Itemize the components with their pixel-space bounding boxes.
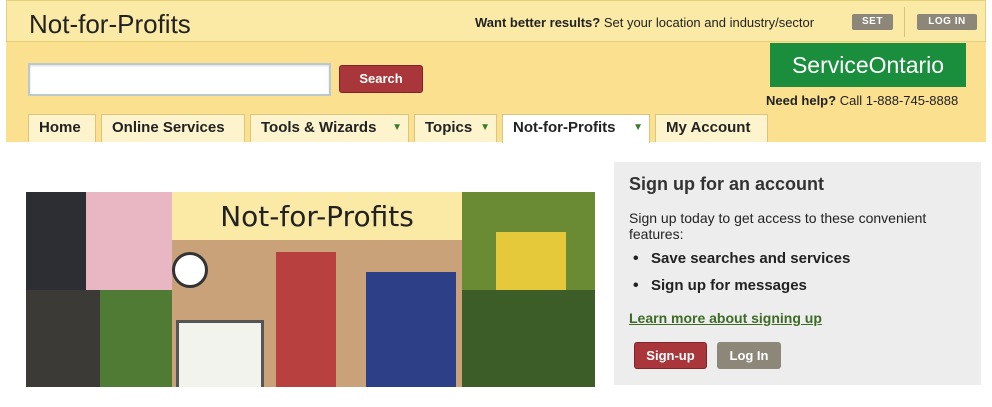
tab-not-for-profits[interactable]: Not-for-Profits ▼ xyxy=(502,114,650,143)
tab-topics[interactable]: Topics ▼ xyxy=(414,114,497,142)
site-title: Not-for-Profits xyxy=(29,9,191,39)
photo-tile xyxy=(496,232,566,290)
whiteboard-image xyxy=(176,320,264,387)
better-results-bold: Want better results? xyxy=(475,15,601,30)
help-phone: Call 1-888-745-8888 xyxy=(839,93,959,108)
tab-label: My Account xyxy=(666,119,751,136)
photo-tile xyxy=(276,252,336,387)
help-bold: Need help? xyxy=(766,93,837,108)
set-button[interactable]: SET xyxy=(852,14,893,30)
better-results-prompt: Want better results? Set your location a… xyxy=(475,15,814,30)
photo-tile xyxy=(26,192,86,290)
tab-label: Not-for-Profits xyxy=(513,119,616,136)
tab-my-account[interactable]: My Account xyxy=(655,114,768,142)
help-line: Need help? Call 1-888-745-8888 xyxy=(766,93,958,108)
top-bar: Not-for-Profits Want better results? Set… xyxy=(6,0,986,42)
chevron-down-icon: ▼ xyxy=(480,122,490,133)
tab-label: Online Services xyxy=(112,119,225,136)
signup-button[interactable]: Sign-up xyxy=(634,342,707,369)
signup-panel-description: Sign up today to get access to these con… xyxy=(629,210,927,242)
better-results-text: Set your location and industry/sector xyxy=(603,15,815,30)
login-button[interactable]: Log In xyxy=(717,342,781,369)
tab-label: Home xyxy=(39,119,81,136)
list-item: Save searches and services xyxy=(629,250,850,277)
search-input[interactable] xyxy=(28,63,331,96)
signup-panel-title: Sign up for an account xyxy=(629,174,825,194)
photo-tile xyxy=(26,290,100,387)
photo-tile xyxy=(366,272,456,387)
photo-tile xyxy=(462,290,595,387)
photo-tile xyxy=(86,192,172,290)
signup-panel: Sign up for an account Sign up today to … xyxy=(614,162,981,385)
tab-label: Topics xyxy=(425,119,473,136)
tab-tools-wizards[interactable]: Tools & Wizards ▼ xyxy=(250,114,409,142)
chevron-down-icon: ▼ xyxy=(633,122,643,133)
hero-image: Not-for-Profits xyxy=(26,192,595,387)
feature-list: Save searches and services Sign up for m… xyxy=(629,250,850,304)
service-ontario-logo[interactable]: ServiceOntario xyxy=(770,43,966,87)
photo-tile xyxy=(100,290,172,387)
header-divider xyxy=(904,7,905,37)
tab-home[interactable]: Home xyxy=(28,114,96,142)
search-button[interactable]: Search xyxy=(339,65,423,93)
clock-icon xyxy=(172,252,208,288)
learn-more-link[interactable]: Learn more about signing up xyxy=(629,310,822,326)
search-band: Search ServiceOntario Need help? Call 1-… xyxy=(6,42,986,143)
tab-online-services[interactable]: Online Services xyxy=(101,114,245,142)
list-item: Sign up for messages xyxy=(629,277,850,304)
chevron-down-icon: ▼ xyxy=(392,122,402,133)
header-login-button[interactable]: LOG IN xyxy=(917,14,977,30)
tab-label: Tools & Wizards xyxy=(261,119,377,136)
hero-title: Not-for-Profits xyxy=(220,200,414,233)
